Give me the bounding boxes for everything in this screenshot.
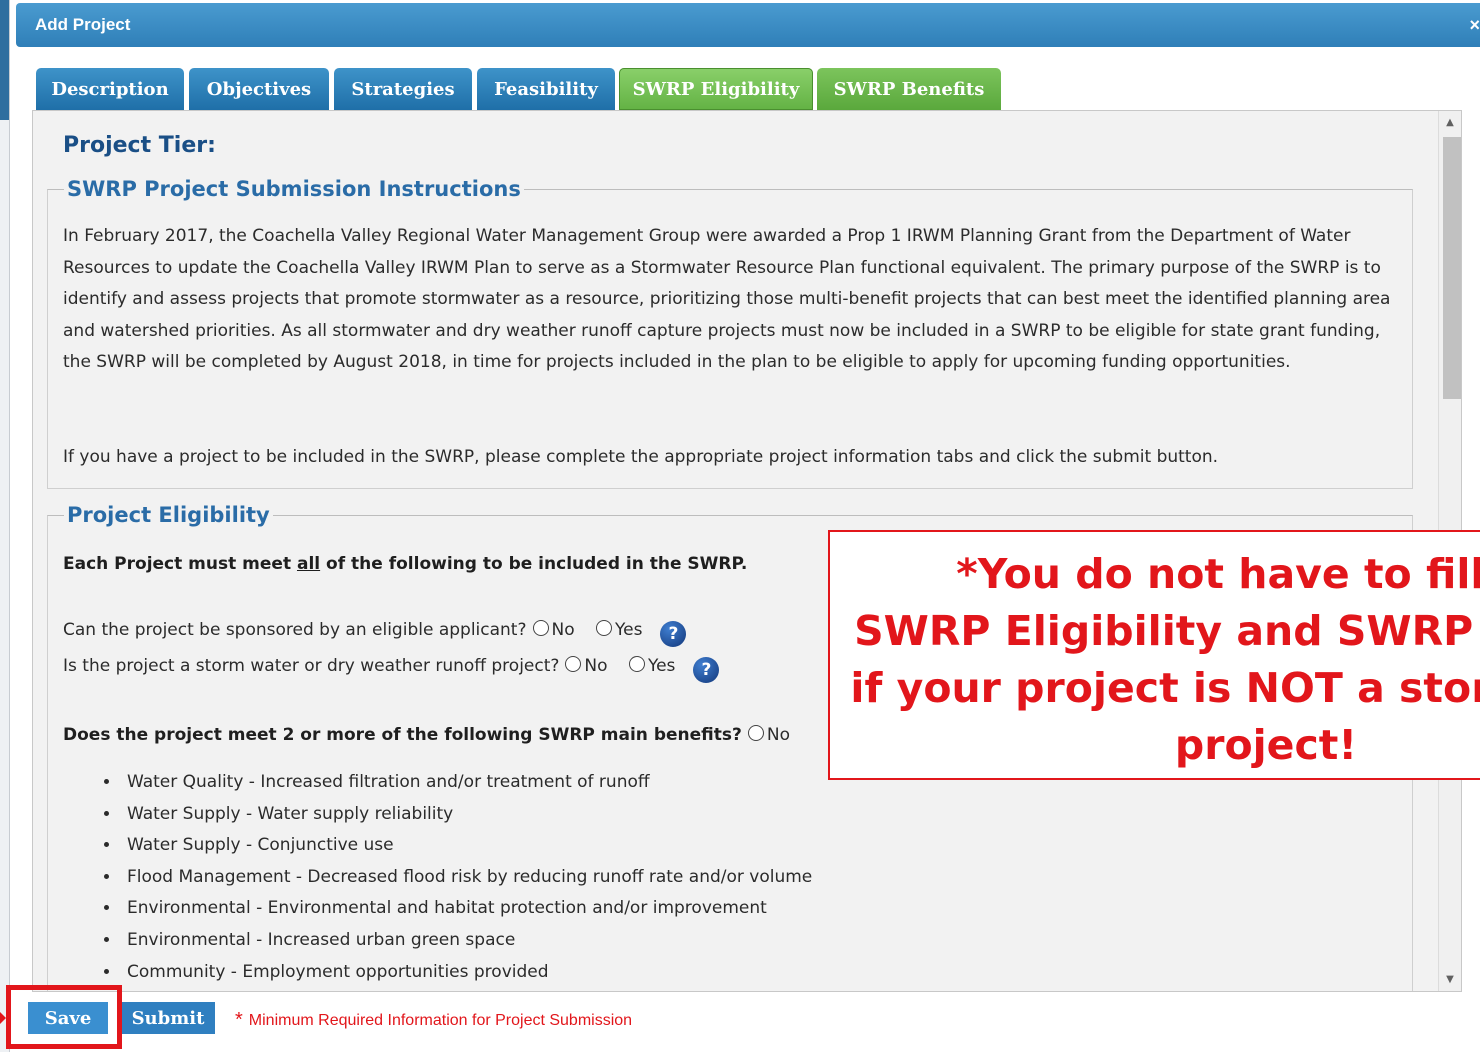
- instructions-submit-note: If you have a project to be included in …: [63, 447, 1219, 467]
- benefits-question-row: Does the project meet 2 or more of the f…: [63, 725, 790, 745]
- background-page-edge: [0, 0, 10, 1052]
- save-highlight-box: [6, 985, 122, 1049]
- required-star: *: [235, 1009, 243, 1031]
- help-icon[interactable]: ?: [693, 657, 720, 683]
- eligibility-legend: Project Eligibility: [67, 503, 270, 527]
- runoff-no-label: No: [584, 656, 608, 676]
- help-icon[interactable]: ?: [660, 621, 687, 647]
- tab-strategies[interactable]: Strategies: [334, 68, 472, 110]
- dialog-title: Add Project: [35, 15, 131, 34]
- close-icon[interactable]: ×: [1469, 15, 1480, 36]
- sponsor-yes-label: Yes: [615, 620, 643, 640]
- submit-button[interactable]: Submit: [121, 1002, 215, 1034]
- runoff-yes-label: Yes: [647, 656, 676, 676]
- tab-objectives[interactable]: Objectives: [189, 68, 329, 110]
- sponsor-question-row: Can the project be sponsored by an eligi…: [63, 620, 687, 647]
- list-item: Water Quality - Increased filtration and…: [121, 767, 812, 799]
- list-item: Water Supply - Water supply reliability: [121, 799, 812, 831]
- scrollbar-thumb[interactable]: [1443, 137, 1461, 399]
- benefits-list: Water Quality - Increased filtration and…: [63, 767, 812, 988]
- annotation-callout: *You do not have to fill out SWRP Eligib…: [828, 530, 1480, 780]
- benefits-no-label: No: [766, 725, 790, 745]
- benefits-no-radio[interactable]: [747, 725, 764, 741]
- scroll-down-icon[interactable]: ▼: [1439, 974, 1461, 985]
- sponsor-no-radio[interactable]: [532, 620, 549, 636]
- runoff-question-label: Is the project a storm water or dry weat…: [63, 656, 560, 676]
- dialog-titlebar: Add Project ×: [16, 3, 1480, 47]
- runoff-question-row: Is the project a storm water or dry weat…: [63, 656, 720, 683]
- tab-description[interactable]: Description: [36, 68, 184, 110]
- sponsor-yes-radio[interactable]: [596, 620, 613, 636]
- project-tier-label: Project Tier:: [63, 133, 216, 158]
- list-item: Flood Management - Decreased flood risk …: [121, 862, 812, 894]
- instructions-paragraph: In February 2017, the Coachella Valley R…: [63, 226, 1391, 373]
- sponsor-question-label: Can the project be sponsored by an eligi…: [63, 620, 527, 640]
- runoff-yes-radio[interactable]: [628, 656, 645, 672]
- required-note-text: Minimum Required Information for Project…: [248, 1012, 633, 1029]
- list-item: Environmental - Environmental and habita…: [121, 893, 812, 925]
- tab-feasibility[interactable]: Feasibility: [477, 68, 615, 110]
- callout-text: *You do not have to fill out SWRP Eligib…: [850, 550, 1480, 769]
- tab-swrp-benefits[interactable]: SWRP Benefits: [817, 68, 1001, 110]
- eligibility-intro: Each Project must meet all of the follow…: [63, 554, 748, 574]
- sponsor-no-label: No: [551, 620, 575, 640]
- required-info-note: * Minimum Required Information for Projec…: [235, 1009, 632, 1032]
- list-item: Community - Employment opportunities pro…: [121, 957, 812, 989]
- scroll-up-icon[interactable]: ▲: [1439, 117, 1461, 128]
- runoff-no-radio[interactable]: [565, 656, 582, 672]
- add-project-dialog: Add Project × Description Objectives Str…: [12, 3, 1480, 1052]
- tab-swrp-eligibility[interactable]: SWRP Eligibility: [619, 68, 813, 110]
- annotation-arrow-icon: [0, 1012, 6, 1024]
- list-item: Water Supply - Conjunctive use: [121, 830, 812, 862]
- list-item: Environmental - Increased urban green sp…: [121, 925, 812, 957]
- instructions-legend: SWRP Project Submission Instructions: [67, 177, 521, 201]
- benefits-question-label: Does the project meet 2 or more of the f…: [63, 725, 742, 745]
